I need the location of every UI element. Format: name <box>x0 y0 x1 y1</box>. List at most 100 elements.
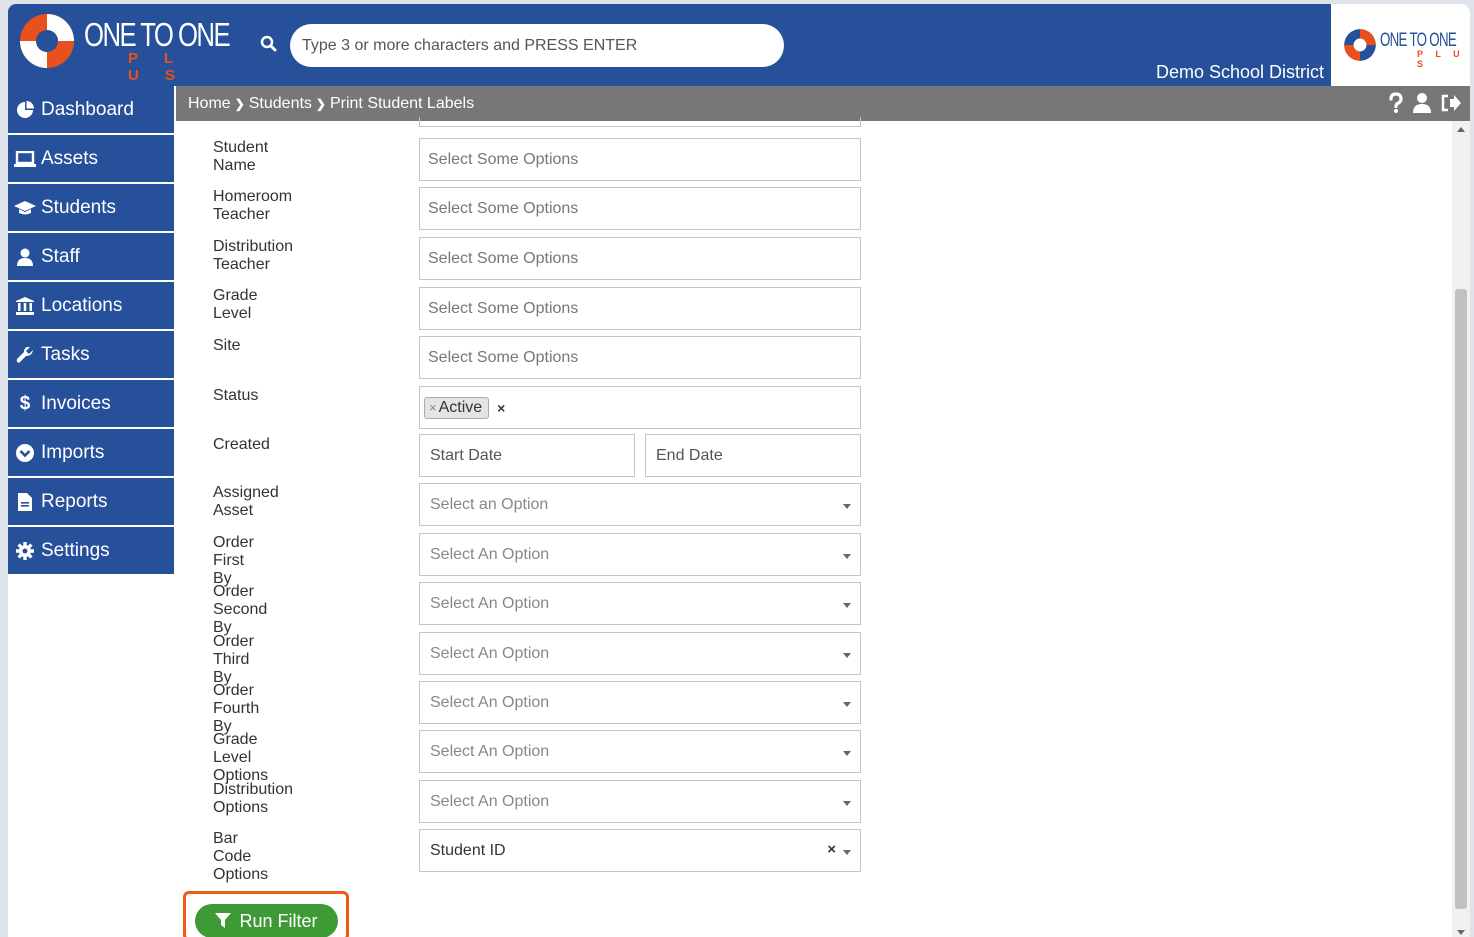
cog-icon <box>14 541 36 561</box>
scroll-down-icon[interactable] <box>1457 930 1465 935</box>
remove-chip-icon[interactable]: × <box>429 400 437 415</box>
laptop-icon <box>14 149 36 169</box>
sidebar-item-label: Settings <box>41 539 110 561</box>
breadcrumb: Home ❯ Students ❯ Print Student Labels <box>188 95 474 113</box>
chevron-right-icon: ❯ <box>234 97 245 111</box>
logo-plus: P L U S <box>128 50 187 84</box>
sidebar-item-label: Reports <box>41 490 108 512</box>
breadcrumb-home[interactable]: Home <box>188 95 231 113</box>
district-name: Demo School District <box>1155 62 1324 82</box>
logout-icon[interactable] <box>1440 93 1462 113</box>
sidebar-item-settings[interactable]: Settings <box>8 527 174 574</box>
sidebar-item-label: Imports <box>41 441 105 463</box>
app-logo[interactable]: ONE TO ONE P L U S <box>18 12 231 84</box>
bar-code-options-label: Bar Code Options <box>213 830 269 883</box>
status-label: Status <box>213 387 259 404</box>
chevron-right-icon: ❯ <box>315 97 326 111</box>
order-second-label: Order Second By <box>213 583 268 636</box>
sidebar-item-assets[interactable]: Assets <box>8 135 174 182</box>
run-filter-highlight: Run Filter <box>183 891 349 937</box>
building-icon <box>14 296 36 316</box>
search-icon[interactable] <box>260 35 278 53</box>
search-input[interactable] <box>290 24 784 67</box>
logo-wordmark: ONE TO ONE <box>84 16 231 53</box>
dashboard-icon <box>14 100 36 120</box>
distribution-options-label: Distribution Options <box>213 781 294 816</box>
dollar-icon: $ <box>19 392 31 414</box>
sidebar-item-label: Tasks <box>41 343 90 365</box>
start-date-input[interactable]: Start Date <box>419 434 635 477</box>
order-third-label: Order Third By <box>213 633 254 686</box>
breadcrumb-students[interactable]: Students <box>249 95 312 113</box>
header-actions <box>1388 92 1462 114</box>
scroll-up-icon[interactable] <box>1457 127 1465 132</box>
sidebar-item-label: Students <box>41 196 116 218</box>
sidebar-item-label: Locations <box>41 294 123 316</box>
status-chip-label: Active <box>438 398 483 416</box>
distribution-options-select[interactable]: Select An Option <box>419 780 861 823</box>
student-name-label: Student Name <box>213 139 269 174</box>
user-icon <box>14 247 36 267</box>
run-filter-button[interactable]: Run Filter <box>195 904 338 937</box>
distribution-teacher-label: Distribution Teacher <box>213 238 294 273</box>
order-first-label: Order First By <box>213 534 254 587</box>
sidebar-item-label: Assets <box>41 147 99 169</box>
assigned-asset-label: Assigned Asset <box>213 484 279 519</box>
site-field[interactable]: Select Some Options <box>419 336 861 379</box>
homeroom-teacher-field[interactable]: Select Some Options <box>419 187 861 230</box>
bar-code-options-value: Student ID <box>430 841 506 859</box>
grade-level-options-select[interactable]: Select An Option <box>419 730 861 773</box>
status-chip[interactable]: × Active <box>424 396 490 419</box>
status-field[interactable]: × Active × <box>419 386 861 429</box>
order-fourth-select[interactable]: Select An Option <box>419 681 861 724</box>
sidebar-item-staff[interactable]: Staff <box>8 233 174 280</box>
created-label: Created <box>213 436 270 453</box>
sidebar-item-students[interactable]: Students <box>8 184 174 231</box>
end-date-input[interactable]: End Date <box>645 434 861 477</box>
textarea-remnant[interactable] <box>419 117 861 127</box>
bar-code-options-select[interactable]: Student ID × <box>419 829 861 872</box>
sidebar-item-label: Invoices <box>41 392 111 414</box>
clear-status-icon[interactable]: × <box>497 400 505 416</box>
help-icon[interactable] <box>1388 92 1404 114</box>
distribution-teacher-field[interactable]: Select Some Options <box>419 237 861 280</box>
sidebar-item-label: Staff <box>41 245 80 267</box>
file-icon <box>14 492 36 512</box>
graduation-cap-icon <box>14 198 36 218</box>
lifebuoy-logo-icon <box>20 14 74 68</box>
grade-level-field[interactable]: Select Some Options <box>419 287 861 330</box>
order-first-select[interactable]: Select An Option <box>419 533 861 576</box>
clear-selection-icon[interactable]: × <box>827 841 836 858</box>
filter-icon <box>215 913 232 928</box>
sidebar-item-reports[interactable]: Reports <box>8 478 174 525</box>
grade-level-label: Grade Level <box>213 287 258 322</box>
site-label: Site <box>213 337 241 354</box>
order-third-select[interactable]: Select An Option <box>419 632 861 675</box>
scroll-thumb[interactable] <box>1455 289 1467 909</box>
page-scrollbar[interactable] <box>1452 121 1470 937</box>
top-header: ONE TO ONE P L U S ONE TO ONE P L U S De… <box>8 4 1470 86</box>
user-icon[interactable] <box>1412 92 1432 114</box>
sidebar-nav: Dashboard Assets Students Staff Location… <box>8 86 174 576</box>
district-logo: ONE TO ONE P L U S <box>1331 4 1470 86</box>
student-name-field[interactable]: Select Some Options <box>419 138 861 181</box>
grade-level-options-label: Grade Level Options <box>213 731 269 784</box>
sidebar-item-invoices[interactable]: $ Invoices <box>8 380 174 427</box>
sidebar-item-label: Dashboard <box>41 98 134 120</box>
breadcrumb-current: Print Student Labels <box>329 95 475 112</box>
sidebar-item-dashboard[interactable]: Dashboard <box>8 86 174 133</box>
homeroom-teacher-label: Homeroom Teacher <box>213 188 293 223</box>
order-fourth-label: Order Fourth By <box>213 682 260 735</box>
assigned-asset-select[interactable]: Select an Option <box>419 483 861 526</box>
district-logo-plus: P L U S <box>1417 49 1465 69</box>
sidebar-item-tasks[interactable]: Tasks <box>8 331 174 378</box>
app-window: ONE TO ONE P L U S ONE TO ONE P L U S De… <box>8 4 1470 937</box>
sidebar-item-locations[interactable]: Locations <box>8 282 174 329</box>
order-second-select[interactable]: Select An Option <box>419 582 861 625</box>
sidebar-item-imports[interactable]: Imports <box>8 429 174 476</box>
circle-chevron-down-icon <box>14 443 36 463</box>
breadcrumb-bar: Home ❯ Students ❯ Print Student Labels <box>176 86 1470 121</box>
run-filter-label: Run Filter <box>239 910 318 931</box>
lifebuoy-small-icon <box>1344 29 1376 61</box>
wrench-icon <box>14 345 36 365</box>
